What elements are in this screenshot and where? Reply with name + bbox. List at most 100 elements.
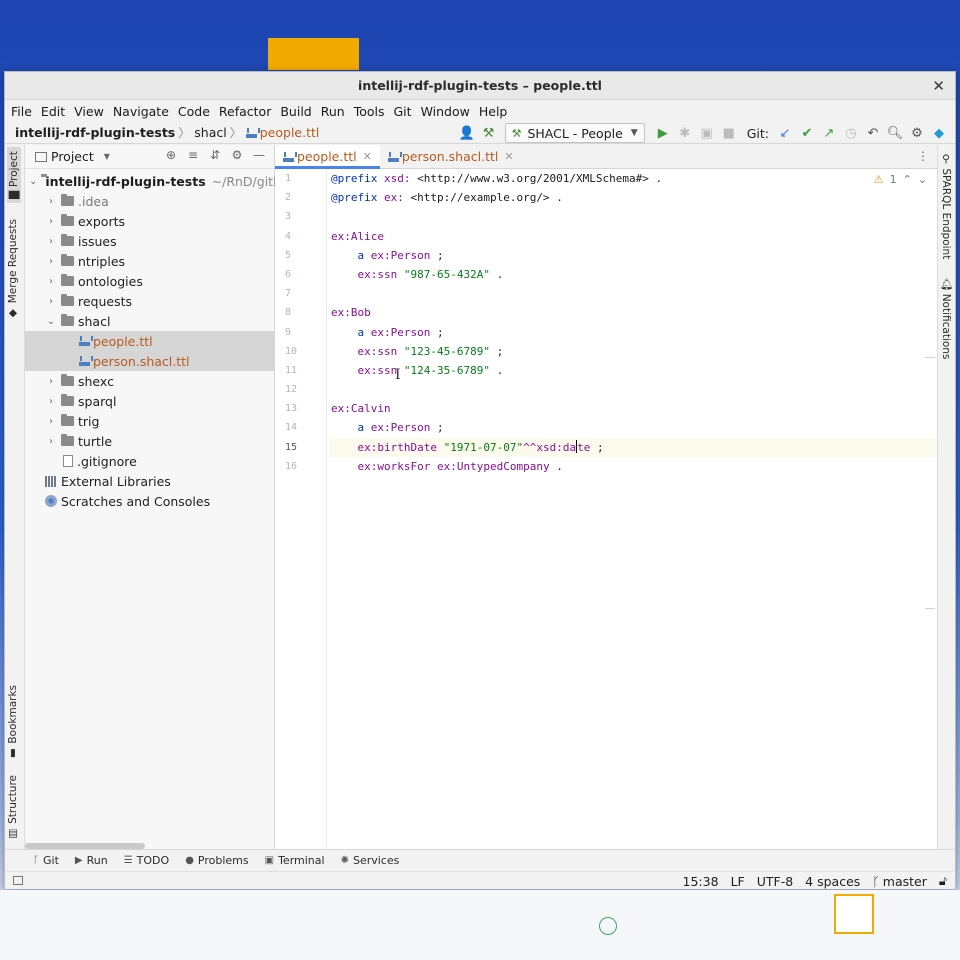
- todo-tool-button[interactable]: ☰ TODO: [124, 854, 169, 867]
- scrollbar-marker[interactable]: [925, 357, 935, 358]
- tab-person-shacl-ttl[interactable]: person.shacl.ttl ✕: [380, 145, 522, 168]
- scrollbar-marker[interactable]: [925, 608, 935, 609]
- tree-folder[interactable]: › shexc: [25, 371, 274, 391]
- menu-help[interactable]: Help: [479, 104, 508, 119]
- menu-tools[interactable]: Tools: [354, 104, 385, 119]
- desktop-circle-icon[interactable]: [599, 917, 617, 935]
- chevron-right-icon[interactable]: ›: [45, 216, 57, 227]
- git-push-icon[interactable]: ↗: [819, 123, 839, 143]
- git-branch[interactable]: master: [883, 874, 927, 889]
- notifications-tool-tab[interactable]: 🔔︎ Notifications: [940, 277, 953, 359]
- chevron-down-icon[interactable]: ⌄: [29, 176, 37, 187]
- tree-file-people[interactable]: people.ttl: [25, 331, 274, 351]
- hide-icon[interactable]: —: [248, 148, 270, 162]
- chevron-right-icon[interactable]: ›: [45, 276, 57, 287]
- tree-file-gitignore[interactable]: .gitignore: [25, 451, 274, 471]
- menu-code[interactable]: Code: [178, 104, 210, 119]
- caret-position[interactable]: 15:38: [683, 874, 719, 889]
- breadcrumb-file[interactable]: people.ttl: [260, 125, 320, 140]
- menu-git[interactable]: Git: [394, 104, 412, 119]
- indent-setting[interactable]: 4 spaces: [805, 874, 860, 889]
- close-tab-icon[interactable]: ✕: [504, 150, 513, 163]
- chevron-right-icon[interactable]: ›: [45, 236, 57, 247]
- title-bar[interactable]: intellij-rdf-plugin-tests – people.ttl ✕: [5, 72, 955, 100]
- tree-folder[interactable]: › requests: [25, 291, 274, 311]
- tree-folder[interactable]: › exports: [25, 211, 274, 231]
- git-commit-icon[interactable]: ✔: [797, 123, 817, 143]
- tree-folder[interactable]: › .idea: [25, 191, 274, 211]
- tree-folder[interactable]: › ontologies: [25, 271, 274, 291]
- menu-build[interactable]: Build: [280, 104, 311, 119]
- chevron-right-icon[interactable]: ›: [45, 196, 57, 207]
- menu-refactor[interactable]: Refactor: [219, 104, 271, 119]
- desktop-square-icon[interactable]: [834, 894, 874, 934]
- history-icon[interactable]: ◷: [841, 123, 861, 143]
- menu-window[interactable]: Window: [421, 104, 470, 119]
- chevron-right-icon[interactable]: ›: [45, 436, 57, 447]
- settings-icon[interactable]: ⚙: [907, 123, 927, 143]
- more-options-icon[interactable]: ⋮: [917, 149, 929, 163]
- merge-requests-tool-tab[interactable]: ◆ Merge Requests: [7, 219, 19, 319]
- search-icon[interactable]: 🔍︎: [885, 123, 905, 143]
- tree-folder[interactable]: › ntriples: [25, 251, 274, 271]
- chevron-right-icon[interactable]: ›: [45, 396, 57, 407]
- chevron-down-icon[interactable]: ⌄: [45, 316, 57, 327]
- chevron-down-icon[interactable]: ▼: [104, 152, 110, 161]
- tree-scratches[interactable]: Scratches and Consoles: [25, 491, 274, 511]
- close-tab-icon[interactable]: ✕: [363, 150, 372, 163]
- debug-icon[interactable]: ✱: [675, 123, 695, 143]
- menu-view[interactable]: View: [74, 104, 104, 119]
- chevron-right-icon[interactable]: ›: [45, 376, 57, 387]
- collapse-all-icon[interactable]: ≡: [182, 148, 204, 162]
- services-tool-button[interactable]: ✺ Services: [341, 854, 400, 867]
- gear-icon[interactable]: ⚙: [226, 148, 248, 162]
- jetbrains-icon[interactable]: ◆: [929, 123, 949, 143]
- file-encoding[interactable]: UTF-8: [757, 874, 793, 889]
- tree-file-person-shacl[interactable]: person.shacl.ttl: [25, 351, 274, 371]
- expand-all-icon[interactable]: ⇵: [204, 148, 226, 162]
- chevron-up-icon[interactable]: ⌃: [903, 173, 912, 186]
- problems-tool-button[interactable]: ● Problems: [185, 854, 248, 867]
- menu-edit[interactable]: Edit: [41, 104, 65, 119]
- chevron-right-icon[interactable]: ›: [45, 256, 57, 267]
- menu-navigate[interactable]: Navigate: [113, 104, 169, 119]
- tab-people-ttl[interactable]: people.ttl ✕: [275, 145, 380, 169]
- chevron-right-icon[interactable]: ›: [45, 416, 57, 427]
- tree-folder[interactable]: › turtle: [25, 431, 274, 451]
- tree-folder[interactable]: › issues: [25, 231, 274, 251]
- git-tool-button[interactable]: ᚴ Git: [33, 854, 59, 867]
- project-tool-tab[interactable]: ▇ Project: [7, 147, 21, 204]
- user-icon[interactable]: 👤: [457, 123, 477, 143]
- run-configuration-select[interactable]: ⚒ SHACL - People ▼: [504, 123, 645, 143]
- run-icon[interactable]: ▶: [653, 123, 673, 143]
- sparql-endpoint-tool-tab[interactable]: ⚲ SPARQL Endpoint: [940, 153, 952, 259]
- tree-folder[interactable]: › trig: [25, 411, 274, 431]
- bookmarks-tool-tab[interactable]: ▮ Bookmarks: [7, 685, 19, 760]
- chevron-right-icon[interactable]: ›: [45, 296, 57, 307]
- project-view-label[interactable]: Project: [51, 149, 94, 164]
- build-hammer-icon[interactable]: ⚒: [479, 123, 499, 143]
- inspection-widget[interactable]: ⚠ 1 ⌃ ⌄: [874, 173, 927, 186]
- tree-folder[interactable]: › sparql: [25, 391, 274, 411]
- terminal-tool-button[interactable]: ▣ Terminal: [265, 854, 325, 867]
- breadcrumb-project[interactable]: intellij-rdf-plugin-tests: [15, 125, 175, 140]
- tree-external-libraries[interactable]: External Libraries: [25, 471, 274, 491]
- line-separator[interactable]: LF: [731, 874, 745, 889]
- coverage-icon[interactable]: ▣: [697, 123, 717, 143]
- toggle-tool-windows-icon[interactable]: [13, 876, 23, 885]
- close-icon[interactable]: ✕: [932, 77, 945, 95]
- code-area[interactable]: @prefix xsd: <http://www.w3.org/2001/XML…: [329, 169, 937, 849]
- structure-tool-tab[interactable]: ▤ Structure: [7, 775, 19, 840]
- chevron-down-icon[interactable]: ⌄: [918, 173, 927, 186]
- locate-icon[interactable]: ⊕: [160, 148, 182, 162]
- tree-root[interactable]: ⌄ intellij-rdf-plugin-tests ~/RnD/gitla: [25, 171, 284, 191]
- lock-icon[interactable]: 🔓︎: [939, 873, 947, 889]
- run-tool-button[interactable]: ▶ Run: [75, 854, 108, 867]
- tree-folder-shacl[interactable]: ⌄ shacl: [25, 311, 274, 331]
- stop-icon[interactable]: ■: [719, 123, 739, 143]
- menu-run[interactable]: Run: [321, 104, 345, 119]
- breadcrumb-folder[interactable]: shacl: [194, 125, 226, 140]
- menu-file[interactable]: File: [11, 104, 32, 119]
- git-update-icon[interactable]: ↙: [775, 123, 795, 143]
- rollback-icon[interactable]: ↶: [863, 123, 883, 143]
